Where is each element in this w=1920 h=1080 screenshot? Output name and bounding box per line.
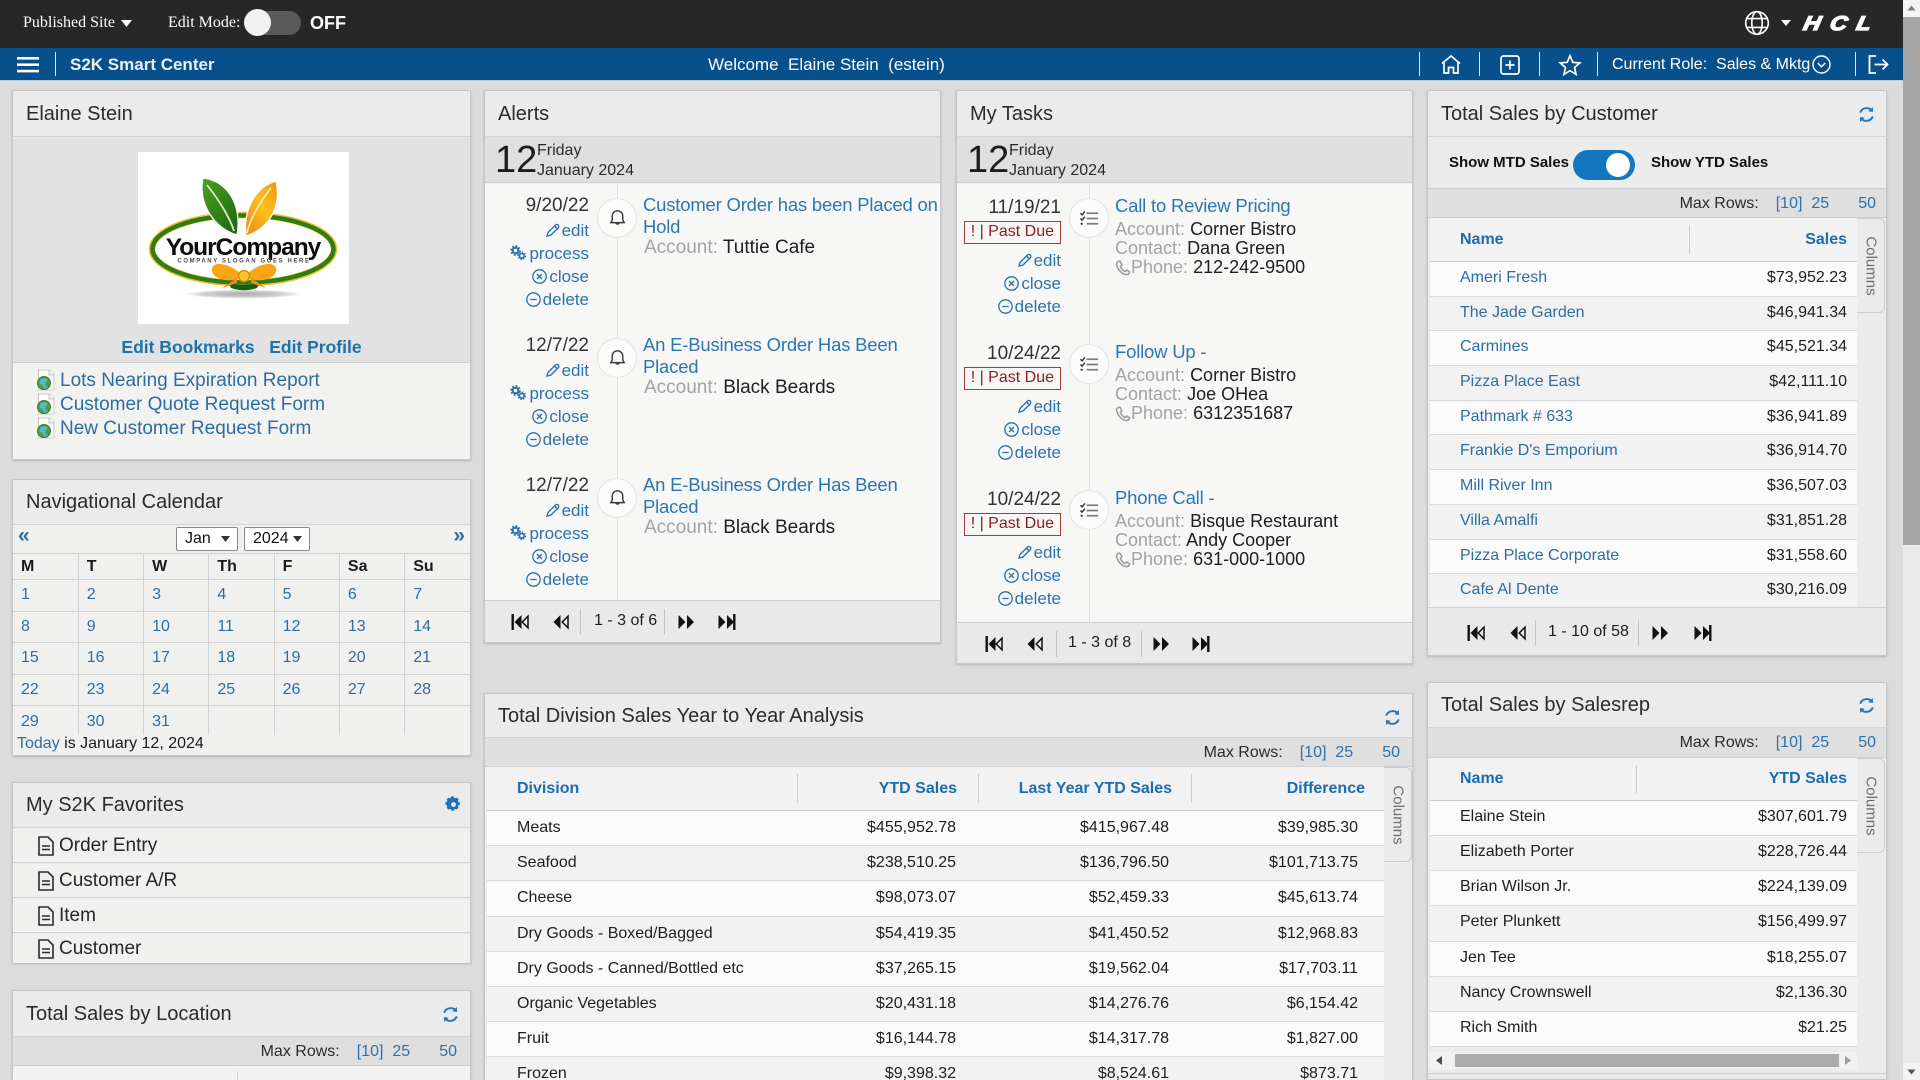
svg-text:YourCompany: YourCompany — [166, 234, 322, 261]
svg-text:COMPANY SLOGAN GOES HERE: COMPANY SLOGAN GOES HERE — [177, 259, 310, 265]
